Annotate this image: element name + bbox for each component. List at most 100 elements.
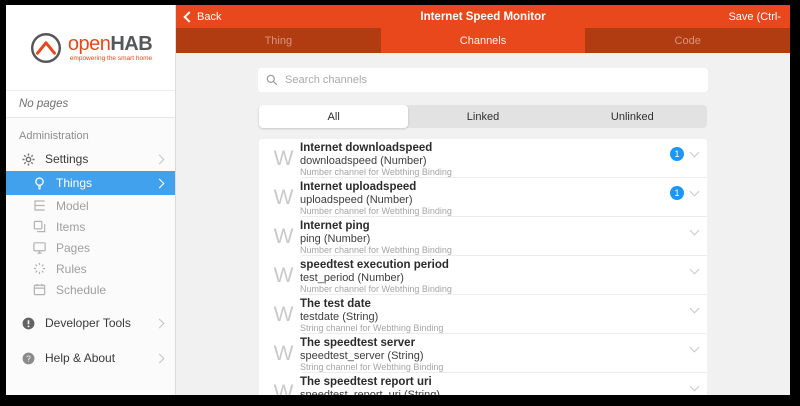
search-bar [258, 68, 708, 92]
save-button[interactable]: Save (Ctrl- [728, 11, 781, 23]
sidebar-item-help-about[interactable]: ? Help & About [6, 346, 175, 370]
sidebar-item-label: Developer Tools [45, 316, 131, 330]
no-pages-label: No pages [6, 91, 175, 118]
back-chevron-icon [183, 11, 194, 22]
channels-panel: All Linked Unlinked W [176, 53, 790, 395]
tab-bar: Thing Channels Code [176, 28, 790, 53]
channel-description: Number channel for Webthing Binding [300, 284, 691, 295]
sidebar-section-administration: Administration [6, 118, 175, 147]
tab-channels[interactable]: Channels [381, 28, 586, 53]
sidebar-item-label: Settings [45, 152, 88, 166]
sidebar-item-settings[interactable]: Settings [6, 147, 175, 171]
sidebar-item-schedule[interactable]: Schedule [6, 279, 175, 300]
channel-id: downloadspeed (Number) [300, 155, 670, 167]
lightbulb-icon [31, 175, 47, 191]
sidebar-item-label: Schedule [56, 283, 106, 297]
channel-description: Number channel for Webthing Binding [300, 206, 670, 217]
page-title: Internet Speed Monitor [176, 11, 790, 23]
channel-avatar: W [267, 373, 300, 395]
channel-title: The test date [300, 298, 691, 311]
back-button[interactable]: Back [185, 11, 221, 23]
main-panel: Internet Speed Monitor Back Save (Ctrl- … [176, 5, 790, 395]
sidebar-item-rules[interactable]: Rules [6, 258, 175, 279]
search-icon [266, 74, 278, 86]
chevron-right-icon [155, 154, 165, 164]
openhab-wordmark: openHAB [68, 34, 152, 54]
sidebar-item-pages[interactable]: Pages [6, 237, 175, 258]
back-label: Back [197, 11, 221, 23]
sidebar-item-label: Model [56, 199, 89, 213]
channel-avatar: W [267, 178, 300, 217]
sidebar-item-things[interactable]: Things [6, 171, 175, 195]
filter-label: All [328, 111, 340, 123]
sidebar-item-label: Items [56, 220, 85, 234]
channel-row-internet-ping[interactable]: W Internet ping ping (Number) Number cha… [259, 217, 707, 256]
openhab-logo: openHAB empowering the smart home [6, 5, 175, 91]
rules-icon [31, 261, 47, 277]
tab-label: Channels [460, 35, 506, 47]
channel-row-internet-downloadspeed[interactable]: W Internet downloadspeed downloadspeed (… [259, 139, 707, 178]
calendar-icon [31, 282, 47, 298]
openhab-logo-icon [29, 31, 63, 65]
sidebar-item-developer-tools[interactable]: Developer Tools [6, 311, 175, 335]
pages-icon [31, 240, 47, 256]
chevron-down-icon [690, 382, 700, 392]
channel-description: Number channel for Webthing Binding [300, 167, 670, 178]
channel-row-internet-uploadspeed[interactable]: W Internet uploadspeed uploadspeed (Numb… [259, 178, 707, 217]
channel-title: Internet downloadspeed [300, 142, 670, 155]
link-filter-segmented: All Linked Unlinked [259, 105, 707, 128]
app-window: openHAB empowering the smart home No pag… [6, 5, 790, 395]
chevron-down-icon [690, 148, 700, 158]
channel-title: The speedtest report uri [300, 376, 691, 389]
tab-thing[interactable]: Thing [176, 28, 381, 53]
channel-list: W Internet downloadspeed downloadspeed (… [259, 139, 707, 395]
channel-avatar: W [267, 256, 300, 295]
filter-unlinked[interactable]: Unlinked [558, 105, 707, 128]
chevron-down-icon [690, 226, 700, 236]
logo-tagline: empowering the smart home [68, 55, 152, 62]
help-icon: ? [20, 350, 36, 366]
linked-items-badge: 1 [670, 186, 684, 200]
tab-code[interactable]: Code [585, 28, 790, 53]
channel-avatar: W [267, 334, 300, 373]
channel-title: Internet ping [300, 220, 691, 233]
channel-title: speedtest execution period [300, 259, 691, 272]
chevron-down-icon [690, 343, 700, 353]
filter-label: Unlinked [611, 111, 654, 123]
sidebar-item-items[interactable]: Items [6, 216, 175, 237]
channel-row-speedtest-execution-period[interactable]: W speedtest execution period test_period… [259, 256, 707, 295]
channel-id: speedtest_server (String) [300, 350, 691, 362]
items-icon [31, 219, 47, 235]
linked-items-badge: 1 [670, 147, 684, 161]
sidebar-nav: Settings Things Model Items [6, 147, 175, 370]
sidebar: openHAB empowering the smart home No pag… [6, 5, 176, 395]
sidebar-item-label: Pages [56, 241, 90, 255]
tab-label: Thing [265, 35, 293, 47]
channel-row-the-test-date[interactable]: W The test date testdate (String) String… [259, 295, 707, 334]
svg-text:?: ? [26, 353, 31, 363]
channel-id: speedtest_report_uri (String) [300, 389, 691, 395]
chevron-down-icon [690, 304, 700, 314]
filter-linked[interactable]: Linked [408, 105, 557, 128]
filter-all[interactable]: All [259, 105, 408, 128]
chevron-down-icon [690, 187, 700, 197]
channel-description: Number channel for Webthing Binding [300, 245, 691, 256]
search-input[interactable] [283, 73, 700, 87]
tab-label: Code [675, 35, 701, 47]
channel-id: uploadspeed (Number) [300, 194, 670, 206]
channel-row-the-speedtest-report-uri[interactable]: W The speedtest report uri speedtest_rep… [259, 373, 707, 395]
channel-title: The speedtest server [300, 337, 691, 350]
gear-icon [20, 151, 36, 167]
channel-id: testdate (String) [300, 311, 691, 323]
sidebar-item-model[interactable]: Model [6, 195, 175, 216]
channel-title: Internet uploadspeed [300, 181, 670, 194]
chevron-right-icon [155, 178, 165, 188]
channel-avatar: W [267, 139, 300, 178]
channel-id: test_period (Number) [300, 272, 691, 284]
channel-id: ping (Number) [300, 233, 691, 245]
channel-row-the-speedtest-server[interactable]: W The speedtest server speedtest_server … [259, 334, 707, 373]
channel-avatar: W [267, 295, 300, 334]
sidebar-item-label: Things [56, 176, 92, 190]
sidebar-item-label: Rules [56, 262, 87, 276]
model-icon [31, 198, 47, 214]
